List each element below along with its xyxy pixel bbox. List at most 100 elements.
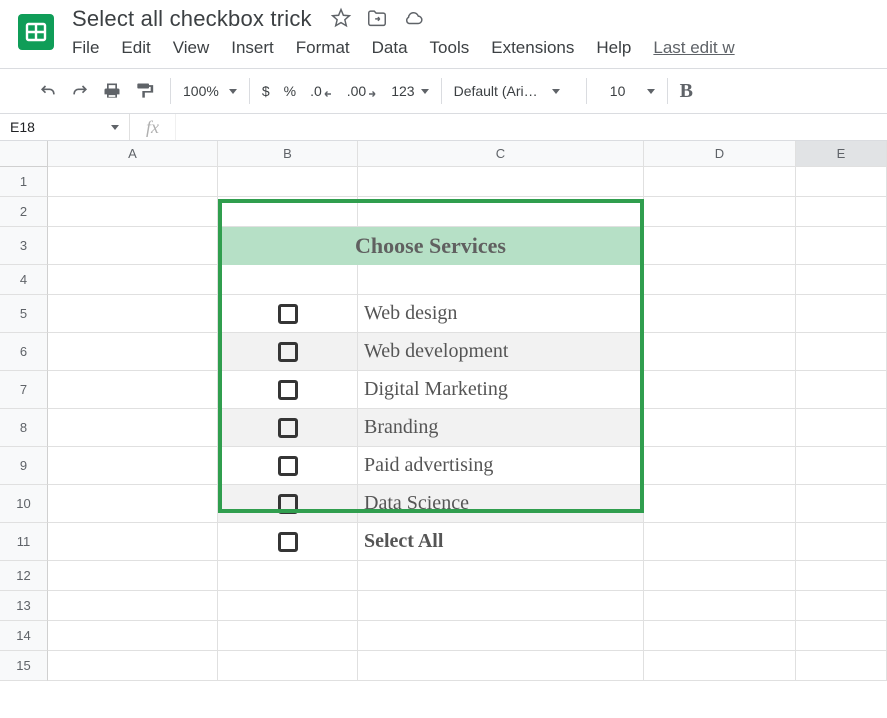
more-formats-button[interactable]: 123 [391,83,428,99]
cell-e12[interactable] [796,561,887,591]
decrease-decimal-button[interactable]: .0 [310,83,333,99]
cell-b11[interactable] [218,523,358,561]
checkbox-service-2[interactable] [278,342,298,362]
checkbox-service-5[interactable] [278,456,298,476]
cell-e8[interactable] [796,409,887,447]
row-header-12[interactable]: 12 [0,561,48,591]
cell-e9[interactable] [796,447,887,485]
row-header-3[interactable]: 3 [0,227,48,265]
cell-b7[interactable] [218,371,358,409]
select-all-label[interactable]: Select All [358,523,644,561]
zoom-select[interactable]: 100% [183,83,237,99]
col-header-e[interactable]: E [796,141,887,167]
checkbox-service-6[interactable] [278,494,298,514]
cell-b2[interactable] [218,197,358,227]
menu-format[interactable]: Format [296,38,350,58]
menu-tools[interactable]: Tools [430,38,470,58]
row-header-10[interactable]: 10 [0,485,48,523]
cell-b8[interactable] [218,409,358,447]
row-header-9[interactable]: 9 [0,447,48,485]
checkbox-service-3[interactable] [278,380,298,400]
paint-format-button[interactable] [130,77,158,105]
cell-e1[interactable] [796,167,887,197]
select-all-corner[interactable] [0,141,48,167]
cell-b12[interactable] [218,561,358,591]
cell-a9[interactable] [48,447,218,485]
menu-extensions[interactable]: Extensions [491,38,574,58]
document-title[interactable]: Select all checkbox trick [72,6,312,32]
cell-d11[interactable] [644,523,796,561]
cell-c12[interactable] [358,561,644,591]
row-header-8[interactable]: 8 [0,409,48,447]
cell-c1[interactable] [358,167,644,197]
menu-help[interactable]: Help [596,38,631,58]
cell-e3[interactable] [796,227,887,265]
format-as-percent-button[interactable]: % [284,83,296,99]
cell-d10[interactable] [644,485,796,523]
cell-a2[interactable] [48,197,218,227]
star-icon[interactable] [330,7,352,32]
row-header-7[interactable]: 7 [0,371,48,409]
cell-a1[interactable] [48,167,218,197]
cell-d12[interactable] [644,561,796,591]
cell-a14[interactable] [48,621,218,651]
cell-a15[interactable] [48,651,218,681]
font-select[interactable]: Default (Ari… [454,83,574,99]
cell-a3[interactable] [48,227,218,265]
cell-a5[interactable] [48,295,218,333]
cell-d9[interactable] [644,447,796,485]
service-label-2[interactable]: Web development [358,333,644,371]
menu-data[interactable]: Data [372,38,408,58]
cell-b14[interactable] [218,621,358,651]
row-header-15[interactable]: 15 [0,651,48,681]
row-header-6[interactable]: 6 [0,333,48,371]
cell-c13[interactable] [358,591,644,621]
cell-c4[interactable] [358,265,644,295]
sheets-logo-icon[interactable] [14,10,58,54]
service-label-6[interactable]: Data Science [358,485,644,523]
undo-button[interactable] [34,77,62,105]
cell-a13[interactable] [48,591,218,621]
cell-d6[interactable] [644,333,796,371]
cell-d2[interactable] [644,197,796,227]
cell-a6[interactable] [48,333,218,371]
row-header-1[interactable]: 1 [0,167,48,197]
cell-d5[interactable] [644,295,796,333]
service-label-1[interactable]: Web design [358,295,644,333]
col-header-a[interactable]: A [48,141,218,167]
cell-a11[interactable] [48,523,218,561]
cell-b5[interactable] [218,295,358,333]
menu-view[interactable]: View [173,38,210,58]
cell-e2[interactable] [796,197,887,227]
redo-button[interactable] [66,77,94,105]
menu-insert[interactable]: Insert [231,38,274,58]
cell-a10[interactable] [48,485,218,523]
cell-d13[interactable] [644,591,796,621]
cell-d1[interactable] [644,167,796,197]
service-label-5[interactable]: Paid advertising [358,447,644,485]
cell-b13[interactable] [218,591,358,621]
cell-e15[interactable] [796,651,887,681]
cell-b1[interactable] [218,167,358,197]
print-button[interactable] [98,77,126,105]
last-edit-link[interactable]: Last edit w [653,38,734,58]
row-header-5[interactable]: 5 [0,295,48,333]
cell-e4[interactable] [796,265,887,295]
row-header-4[interactable]: 4 [0,265,48,295]
cell-d7[interactable] [644,371,796,409]
menu-file[interactable]: File [72,38,99,58]
cell-c2[interactable] [358,197,644,227]
cell-a4[interactable] [48,265,218,295]
cell-c15[interactable] [358,651,644,681]
col-header-d[interactable]: D [644,141,796,167]
format-as-currency-button[interactable]: $ [262,83,270,99]
row-header-11[interactable]: 11 [0,523,48,561]
cell-d8[interactable] [644,409,796,447]
checkbox-service-1[interactable] [278,304,298,324]
checkbox-service-4[interactable] [278,418,298,438]
row-header-13[interactable]: 13 [0,591,48,621]
cell-d15[interactable] [644,651,796,681]
services-heading[interactable]: Choose Services [218,227,644,265]
font-size-select[interactable]: 10 [599,83,655,99]
cell-d4[interactable] [644,265,796,295]
